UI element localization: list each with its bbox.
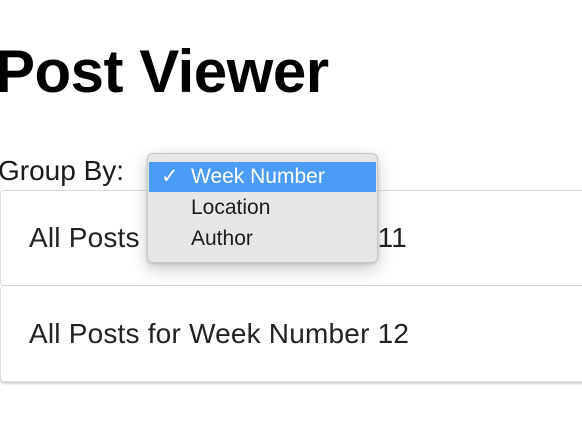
group-by-label: Group By: [0,155,125,186]
page-title: Post Viewer [0,38,329,105]
dropdown-option-author[interactable]: Author [149,223,376,254]
page: Post Viewer Group By: All Posts for Week… [0,0,582,446]
dropdown-option-label: Week Number [191,165,325,188]
group-card-title: All Posts for Week Number 12 [29,317,410,349]
check-icon: ✓ [161,165,179,188]
dropdown-option-label: Author [191,227,253,250]
group-card[interactable]: All Posts for Week Number 12 [0,286,582,382]
dropdown-option-week-number[interactable]: ✓ Week Number [149,162,376,192]
dropdown-option-location[interactable]: Location [149,192,376,223]
group-by-dropdown-menu[interactable]: ✓ Week Number Location Author [147,153,378,263]
dropdown-option-label: Location [191,196,271,219]
